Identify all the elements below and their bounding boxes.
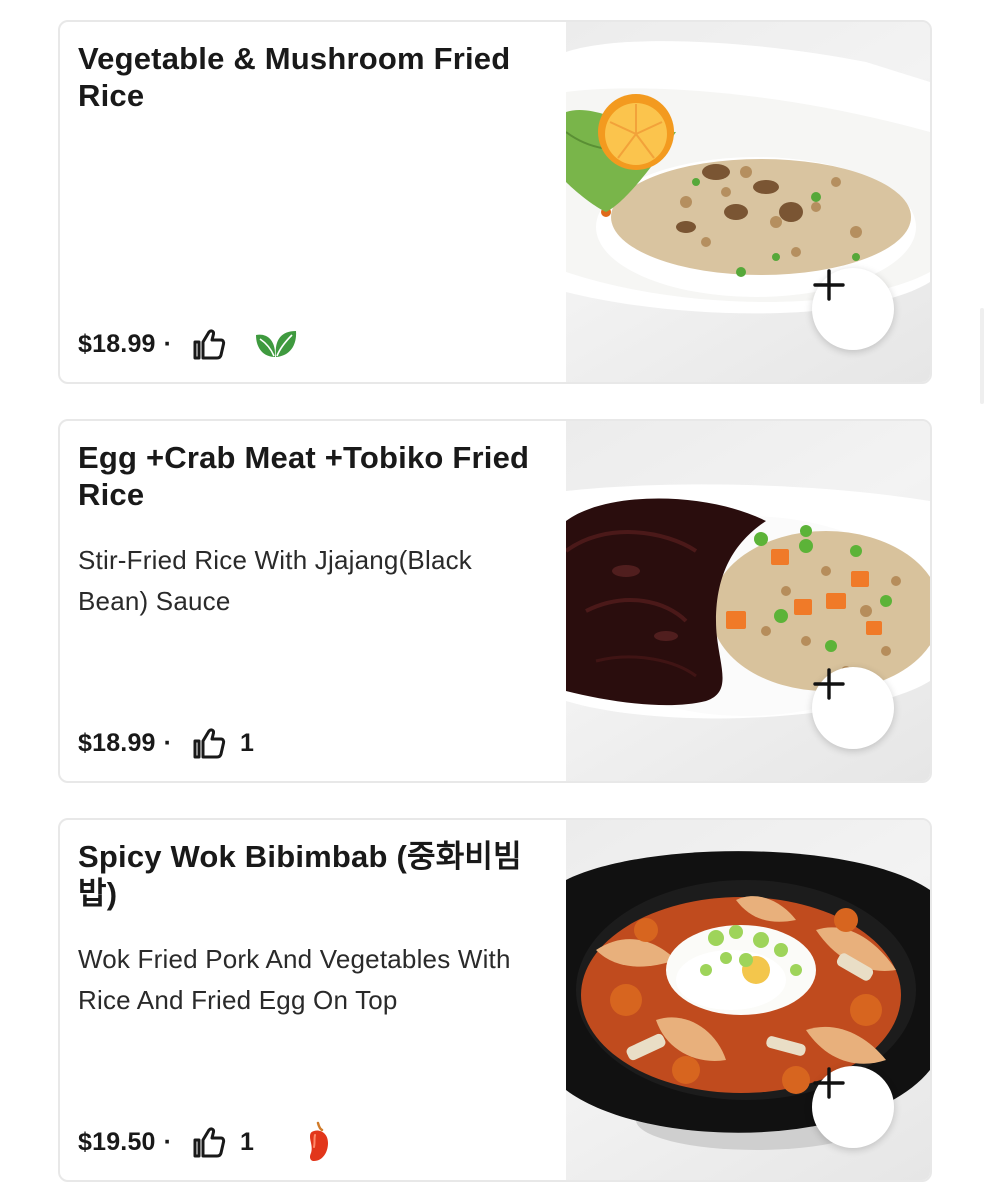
- menu-item-price: $18.99: [78, 329, 156, 358]
- menu-item-title: Egg +Crab Meat +Tobiko Fried Rice: [78, 440, 530, 512]
- separator-dot: ·: [163, 728, 172, 757]
- spicy-pepper-icon: [306, 1121, 332, 1163]
- vegetarian-leaf-icon: [252, 327, 300, 361]
- like-count: 1: [240, 728, 254, 757]
- spicy-wok-bibimbab-photo: [566, 820, 930, 1180]
- menu-item-card[interactable]: Spicy Wok Bibimbab (중화비빔밥) Wok Fried Por…: [58, 818, 932, 1182]
- menu-item-meta: $18.99 ·: [78, 324, 300, 364]
- menu-item-description: Wok Fried Pork And Vegetables With Rice …: [78, 944, 511, 1015]
- menu-item-price: $19.50: [78, 1127, 156, 1156]
- add-to-cart-button[interactable]: [812, 667, 894, 749]
- jjajang-fried-rice-photo: [566, 421, 930, 781]
- like-count: 1: [240, 1127, 254, 1156]
- menu-item-card[interactable]: Vegetable & Mushroom Fried Rice $18.99 ·: [58, 20, 932, 384]
- menu-item-title: Vegetable & Mushroom Fried Rice: [78, 41, 511, 113]
- menu-item-description: Stir-Fried Rice With Jjajang(Black Bean)…: [78, 545, 473, 616]
- separator-dot: ·: [163, 1127, 172, 1156]
- plus-icon: [813, 269, 845, 301]
- add-to-cart-button[interactable]: [812, 268, 894, 350]
- thumbs-up-icon: [192, 726, 226, 760]
- thumbs-up-icon: [192, 1125, 226, 1159]
- plus-icon: [813, 668, 845, 700]
- menu-item-meta: $18.99 · 1: [78, 723, 254, 763]
- separator-dot: ·: [163, 329, 172, 358]
- menu-item-meta: $19.50 · 1: [78, 1121, 332, 1163]
- thumbs-up-icon: [192, 327, 226, 361]
- menu-item-card[interactable]: Egg +Crab Meat +Tobiko Fried Rice Stir-F…: [58, 419, 932, 783]
- menu-item-price: $18.99: [78, 728, 156, 757]
- add-to-cart-button[interactable]: [812, 1066, 894, 1148]
- menu-page: Vegetable & Mushroom Fried Rice $18.99 ·: [0, 0, 990, 1200]
- vegetable-mushroom-fried-rice-photo: [566, 22, 930, 382]
- plus-icon: [813, 1067, 845, 1099]
- menu-item-title: Spicy Wok Bibimbab (중화비빔밥): [78, 839, 522, 911]
- scrollbar[interactable]: [980, 308, 984, 404]
